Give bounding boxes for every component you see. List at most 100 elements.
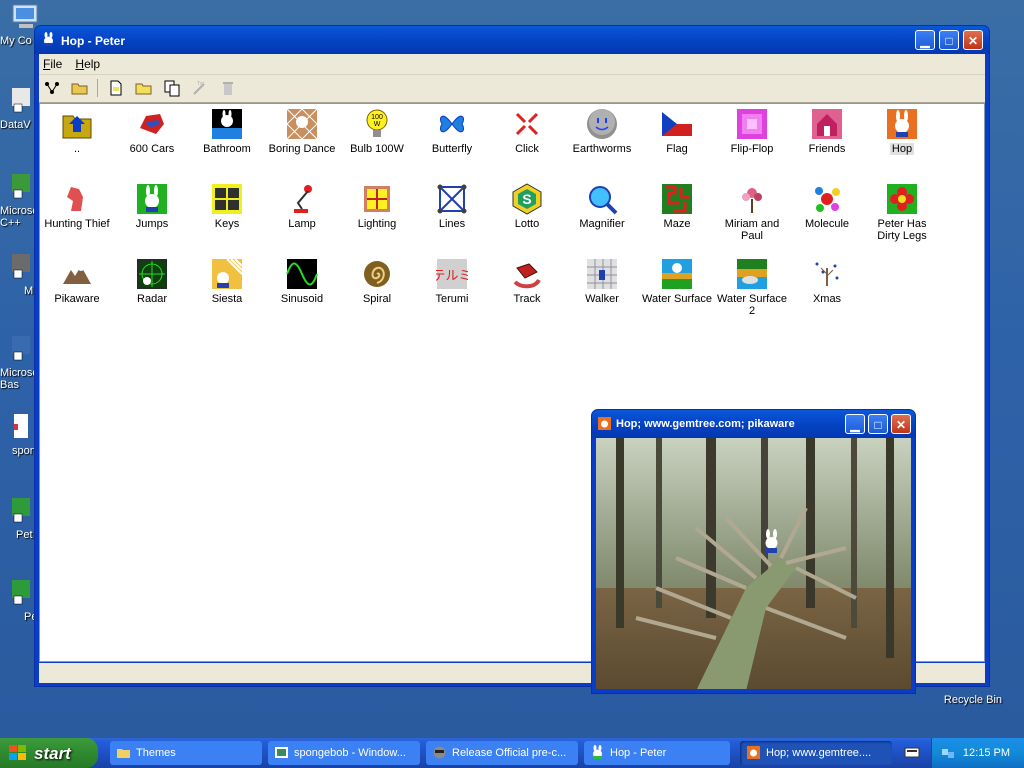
item-siesta[interactable]: Siesta: [190, 258, 264, 305]
item-label: Pikaware: [54, 293, 100, 305]
lotto-icon: S: [512, 183, 542, 215]
item-label: Lotto: [514, 218, 540, 230]
item-label: Flag: [666, 143, 688, 155]
item-hop[interactable]: Hop: [865, 108, 939, 155]
task-release[interactable]: Release Official pre-c...: [426, 741, 578, 765]
item-jumps[interactable]: Jumps: [115, 183, 189, 230]
item-walker[interactable]: Walker: [565, 258, 639, 305]
molecule-icon: [815, 187, 840, 212]
menu-file[interactable]: File: [39, 54, 68, 71]
item-label: ..: [73, 143, 81, 155]
item-keys[interactable]: Keys: [190, 183, 264, 230]
item-xmas[interactable]: Xmas: [790, 258, 864, 305]
tree-icon[interactable]: [43, 79, 61, 97]
item-lighting[interactable]: Lighting: [340, 183, 414, 230]
item-label: Spiral: [362, 293, 392, 305]
item-lines[interactable]: Lines: [415, 183, 489, 230]
item-molecule[interactable]: Molecule: [790, 183, 864, 230]
magnifier-icon: [589, 186, 618, 215]
preview-minimize-button[interactable]: ▁: [845, 414, 865, 434]
item-bathroom[interactable]: Bathroom: [190, 108, 264, 155]
new-folder-icon[interactable]: [135, 79, 153, 97]
preview-titlebar[interactable]: Hop; www.gemtree.com; pikaware ▁ □ ✕: [592, 410, 915, 438]
item-pikaware[interactable]: Pikaware: [40, 258, 114, 305]
item-parent-folder[interactable]: ..: [40, 108, 114, 155]
item-label: Butterfly: [431, 143, 473, 155]
item-bulb-100w[interactable]: 100 W Bulb 100W: [340, 108, 414, 155]
item-lamp[interactable]: Lamp: [265, 183, 339, 230]
task-hop-gemtree[interactable]: Hop; www.gemtree....: [740, 741, 892, 765]
bunny-icon: [593, 745, 602, 759]
item-hunting-thief[interactable]: Hunting Thief: [40, 183, 114, 230]
item-spiral[interactable]: Spiral: [340, 258, 414, 305]
item-label: Earthworms: [572, 143, 632, 155]
item-label: Siesta: [211, 293, 243, 305]
task-spongebob[interactable]: spongebob - Window...: [268, 741, 420, 765]
folder-up-icon: [62, 115, 92, 139]
close-button[interactable]: ✕: [963, 30, 983, 50]
item-click[interactable]: Click: [490, 108, 564, 155]
butterfly-icon: [439, 115, 465, 133]
recycle-bin[interactable]: Recycle Bin: [944, 694, 1002, 706]
shortcut-icon: [12, 580, 30, 605]
item-label: Magnifier: [579, 218, 625, 230]
item-label: Bathroom: [203, 143, 251, 155]
close-icon: ✕: [967, 34, 979, 48]
hop-preview-window: Hop; www.gemtree.com; pikaware ▁ □ ✕: [591, 409, 916, 694]
flip-flop-icon: [737, 109, 767, 139]
main-window-titlebar[interactable]: Hop - Peter ▁ □ ✕: [35, 26, 989, 54]
item-water-surface-2[interactable]: Water Surface 2: [715, 258, 789, 317]
xmas-icon: [812, 259, 842, 289]
item-earthworms[interactable]: Earthworms: [565, 108, 639, 155]
folder-icon: [117, 749, 130, 758]
shortcut-icon: [12, 174, 30, 199]
item-label: Hunting Thief: [44, 218, 110, 230]
item-label: Radar: [137, 293, 167, 305]
item-track[interactable]: Track: [490, 258, 564, 305]
maximize-button[interactable]: □: [939, 30, 959, 50]
trash-icon: [223, 82, 233, 95]
keyboard-icon[interactable]: [904, 743, 920, 761]
item-label: Friends: [808, 143, 846, 155]
bunny-icon: [44, 32, 53, 46]
start-button[interactable]: start: [0, 738, 98, 768]
keys-icon: [212, 184, 242, 214]
menu-help[interactable]: Help: [71, 54, 106, 71]
task-themes[interactable]: Themes: [110, 741, 262, 765]
toolbar: Txt: [39, 75, 985, 103]
item-peter-has-dirty-legs[interactable]: Peter Has Dirty Legs: [865, 183, 939, 242]
maze-icon: [662, 184, 692, 214]
preview-title: Hop; www.gemtree.com; pikaware: [616, 418, 795, 430]
item-friends[interactable]: Friends: [790, 108, 864, 155]
item-water-surface[interactable]: Water Surface: [640, 258, 714, 305]
new-document-icon[interactable]: [107, 79, 125, 97]
forest-scene[interactable]: [596, 438, 911, 689]
item-maze[interactable]: Maze: [640, 183, 714, 230]
clock[interactable]: 12:15 PM: [963, 747, 1010, 759]
minimize-button[interactable]: ▁: [915, 30, 935, 50]
preview-maximize-button[interactable]: □: [868, 414, 888, 434]
task-hop-peter[interactable]: Hop - Peter: [584, 741, 730, 765]
item-boring-dance[interactable]: Boring Dance: [265, 108, 339, 155]
item-radar[interactable]: Radar: [115, 258, 189, 305]
open-folder-icon[interactable]: [71, 79, 89, 97]
item-label: Water Surface: [642, 293, 712, 305]
task-label: Release Official pre-c...: [452, 747, 567, 759]
flowers-icon: [742, 188, 762, 213]
item-flag[interactable]: Flag: [640, 108, 714, 155]
item-terumi[interactable]: テルミ Terumi: [415, 258, 489, 305]
house-icon: [812, 109, 842, 139]
item-magnifier[interactable]: Magnifier: [565, 183, 639, 230]
item-label: Lines: [438, 218, 466, 230]
preview-close-button[interactable]: ✕: [891, 414, 911, 434]
item-butterfly[interactable]: Butterfly: [415, 108, 489, 155]
item-flip-flop[interactable]: Flip-Flop: [715, 108, 789, 155]
item-sinusoid[interactable]: Sinusoid: [265, 258, 339, 305]
network-icon[interactable]: [940, 745, 956, 761]
item-label: Lighting: [357, 218, 397, 230]
copy-icon[interactable]: [163, 79, 181, 97]
item-miriam-and-paul[interactable]: Miriam and Paul: [715, 183, 789, 242]
item-label: Xmas: [812, 293, 842, 305]
item-600-cars[interactable]: 600 Cars: [115, 108, 189, 155]
item-lotto[interactable]: S Lotto: [490, 183, 564, 230]
